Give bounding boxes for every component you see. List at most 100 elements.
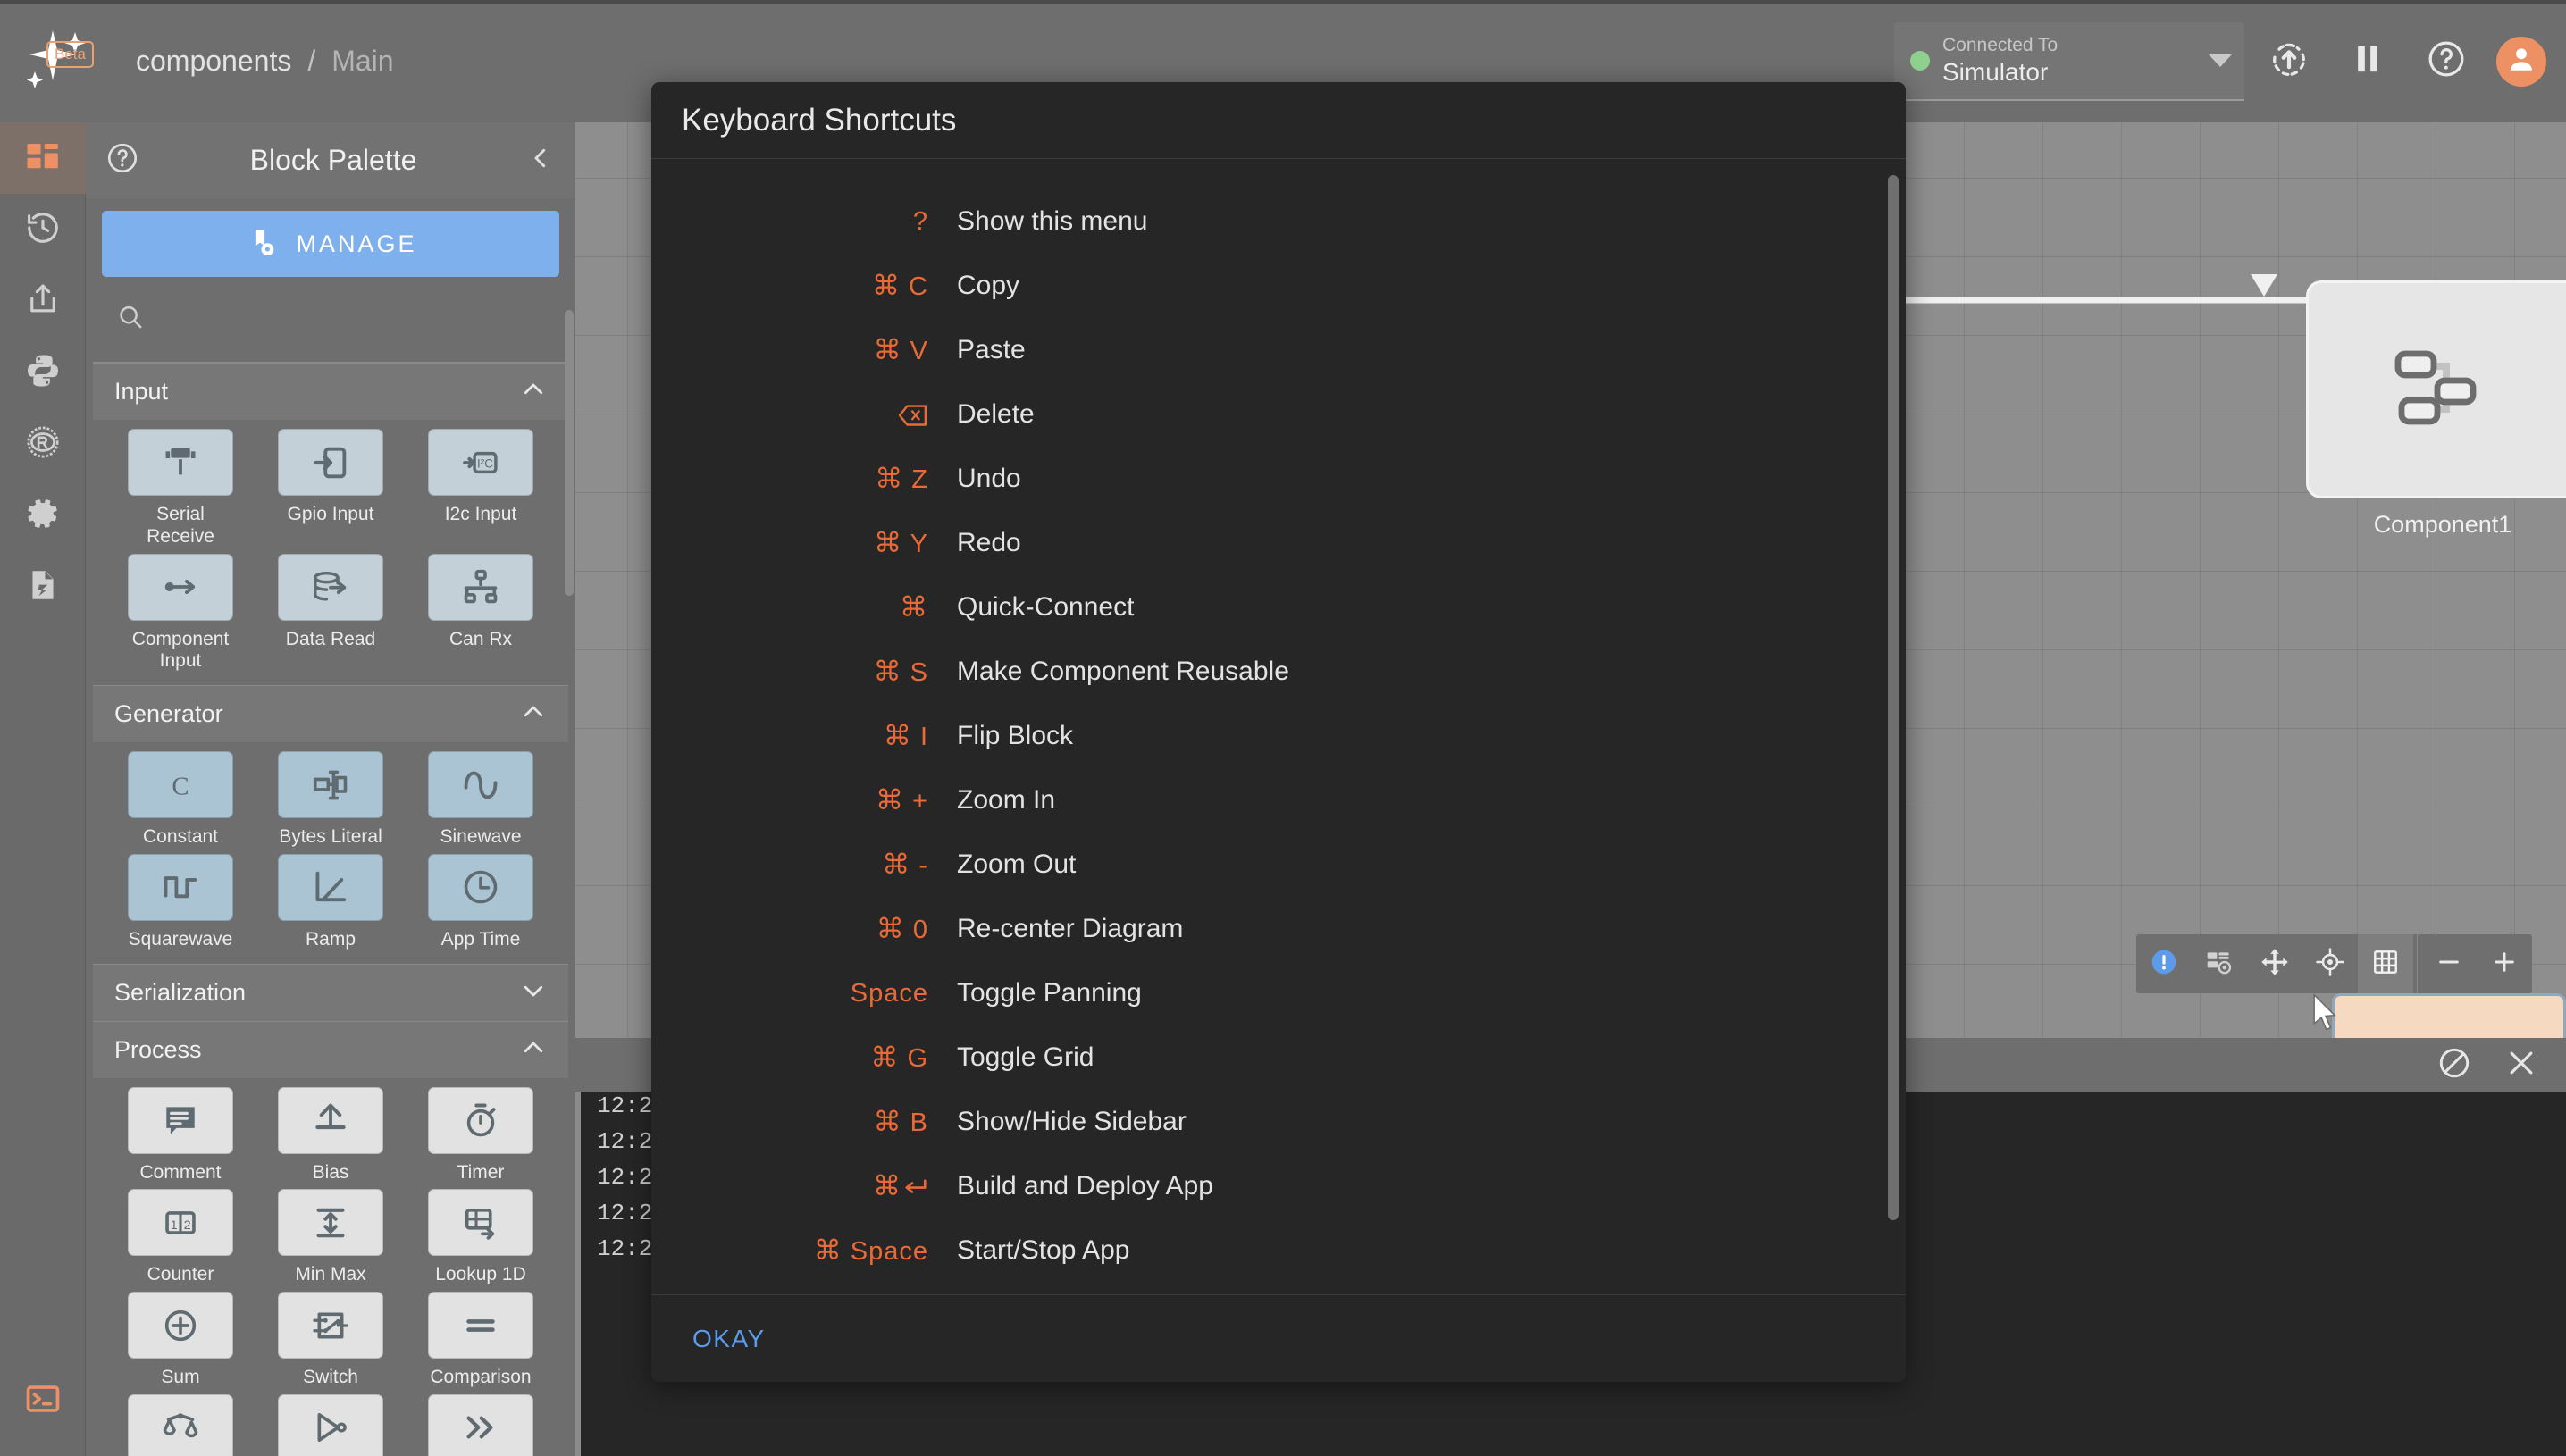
palette-group-header-serialization[interactable]: Serialization [93, 963, 568, 1021]
block-tile-label: Bias [312, 1161, 349, 1183]
block-tile[interactable]: Switch [256, 1292, 406, 1389]
canvas-recenter-button[interactable] [2302, 934, 2358, 993]
rail-item-python[interactable] [0, 337, 86, 408]
console-scrollbar[interactable] [575, 1038, 581, 1456]
block-tile[interactable] [256, 1393, 406, 1456]
dialog-header: Keyboard Shortcuts [651, 82, 1906, 159]
canvas-pan-button[interactable] [2247, 934, 2302, 993]
block-tile[interactable]: Can Rx [406, 553, 556, 674]
chevron-down-icon [520, 977, 547, 1008]
rail-item-file[interactable] [0, 551, 86, 623]
sidebar-scrollbar[interactable] [565, 310, 574, 596]
canvas-node-component1[interactable] [2309, 283, 2566, 496]
shortcut-row: ⌘ Quick-Connect [651, 575, 1906, 640]
layout-preview-icon [2205, 948, 2234, 981]
block-tile[interactable]: I²C I2c Input [406, 429, 556, 548]
block-tile[interactable]: Comparison [406, 1292, 556, 1389]
block-tile[interactable]: Min Max [256, 1189, 406, 1286]
shortcut-keys [651, 400, 957, 430]
rail-item-settings[interactable] [0, 480, 86, 551]
help-circle-icon[interactable] [105, 141, 139, 180]
block-tile[interactable]: Timer [406, 1086, 556, 1184]
close-x-icon[interactable] [2503, 1045, 2539, 1085]
palette-group-header-input[interactable]: Input [93, 363, 568, 420]
chevron-left-icon[interactable] [527, 145, 554, 176]
rail-item-rust[interactable] [0, 408, 86, 480]
breadcrumb-project[interactable]: components [136, 45, 291, 78]
palette-title: Block Palette [249, 144, 417, 176]
canvas-preview-button[interactable] [2192, 934, 2247, 993]
okay-button[interactable]: OKAY [682, 1316, 776, 1362]
block-tile[interactable]: Sinewave [406, 751, 556, 849]
manage-button[interactable]: MANAGE [102, 211, 559, 277]
shortcut-keys: ⌘ Y [651, 527, 957, 559]
bias-icon [278, 1086, 383, 1154]
svg-text:I²C: I²C [477, 456, 493, 470]
shortcut-key: V [910, 337, 928, 365]
palette-group-header-process[interactable]: Process [93, 1020, 568, 1078]
shortcut-keys: ⌘ C [651, 270, 957, 302]
shortcut-keys: ⌘ Space [651, 1234, 957, 1267]
shortcut-key: - [918, 851, 928, 880]
block-tile[interactable]: Ramp [256, 853, 406, 951]
block-tile[interactable]: Gpio Input [256, 429, 406, 548]
zoom-in-button[interactable] [2477, 934, 2532, 993]
canvas-info-button[interactable] [2136, 934, 2192, 993]
canvas-node-partial[interactable] [2332, 993, 2566, 1038]
block-tile[interactable]: Data Read [256, 553, 406, 674]
block-tile[interactable] [105, 1393, 256, 1456]
no-entry-clear-icon[interactable] [2436, 1044, 2473, 1086]
deploy-button[interactable] [2255, 28, 2323, 96]
block-tile[interactable]: App Time [406, 853, 556, 951]
rail-item-history[interactable] [0, 194, 86, 265]
block-tile[interactable]: Bias [256, 1086, 406, 1184]
block-palette-sidebar: Block Palette MANAGE Input Serial Receiv… [86, 122, 575, 1456]
dialog-body[interactable]: ? Show this menu ⌘ C Copy ⌘ V Paste Delete ⌘ ZU… [651, 159, 1906, 1294]
help-button[interactable] [2412, 28, 2480, 96]
shortcut-description: Paste [957, 335, 1026, 364]
shortcut-description: Toggle Grid [957, 1042, 1094, 1072]
account-button[interactable] [2496, 36, 2546, 87]
palette-search-row [93, 277, 568, 363]
command-key-icon: ⌘ [883, 720, 912, 751]
block-tile[interactable]: Bytes Literal [256, 751, 406, 849]
palette-group-name: Serialization [114, 978, 247, 1006]
shortcut-key: 0 [912, 916, 928, 944]
counter-icon: 12 [128, 1189, 233, 1257]
rail-item-terminal[interactable] [0, 1365, 86, 1436]
block-tile[interactable]: Lookup 1D [406, 1189, 556, 1286]
block-tile[interactable] [406, 1393, 556, 1456]
shortcut-description: Zoom In [957, 785, 1056, 815]
block-tile[interactable]: Squarewave [105, 853, 256, 951]
search-input[interactable] [159, 305, 545, 333]
canvas-grid-button[interactable] [2358, 934, 2413, 993]
block-tile[interactable]: 1 2 Counter [105, 1189, 256, 1286]
shortcut-description: Delete [957, 399, 1035, 429]
dialog-scrollbar[interactable] [1888, 175, 1899, 1220]
shortcut-row: ⌘ 0 Re-center Diagram [651, 897, 1906, 961]
block-tile[interactable]: Comment [105, 1086, 256, 1184]
block-tile-label: Comparison [430, 1367, 532, 1388]
palette-group-name: Process [114, 1035, 202, 1063]
block-tile[interactable]: Component Input [105, 553, 256, 674]
grid-toggle-icon [2371, 948, 2400, 981]
shortcut-keys: ⌘ 0 [651, 913, 957, 945]
app-logo[interactable]: Beta [0, 0, 118, 122]
connection-selector[interactable]: Connected To Simulator [1894, 21, 2244, 101]
rail-item-dashboard[interactable] [0, 122, 86, 194]
pause-button[interactable] [2334, 28, 2402, 96]
block-tile-label: Gpio Input [287, 504, 374, 524]
block-tile[interactable]: C Constant [105, 751, 256, 849]
breadcrumb-page[interactable]: Main [331, 45, 393, 78]
rail-item-export[interactable] [0, 265, 86, 337]
component-input-icon [128, 553, 233, 621]
serial-port-icon [128, 429, 233, 496]
command-key-icon: ⌘ [873, 656, 902, 687]
file-code-icon [24, 566, 62, 608]
block-tile[interactable]: Sum [105, 1292, 256, 1389]
palette-group-header-generator[interactable]: Generator [93, 685, 568, 743]
block-tile[interactable]: Serial Receive [105, 429, 256, 548]
database-read-icon [278, 553, 383, 621]
zoom-out-button[interactable] [2421, 934, 2477, 993]
svg-text:C: C [172, 772, 189, 800]
